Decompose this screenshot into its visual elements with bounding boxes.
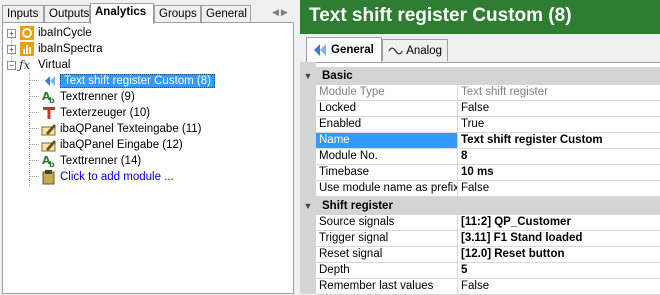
tab-inputs[interactable]: Inputs bbox=[2, 5, 44, 23]
inspectra-icon bbox=[20, 42, 34, 56]
category-basic[interactable]: ▼ Basic bbox=[300, 67, 660, 85]
tree-item-label: ibaInCycle bbox=[38, 27, 92, 39]
property-row-prefix[interactable]: Use module name as prefix False bbox=[316, 181, 660, 197]
property-value[interactable]: Text shift register Custom bbox=[458, 133, 660, 148]
property-value[interactable]: [3.11] F1 Stand loaded bbox=[458, 231, 660, 246]
property-value[interactable]: False bbox=[458, 181, 660, 196]
tab-label: General bbox=[331, 44, 374, 56]
collapse-icon[interactable]: ▼ bbox=[300, 71, 316, 81]
property-row-remember-last[interactable]: Remember last values False bbox=[316, 279, 660, 295]
tree-item-label: ibaInSpectra bbox=[38, 43, 103, 55]
property-name: Module No. bbox=[316, 149, 458, 164]
tab-scroll-arrows[interactable]: ◀▶ bbox=[272, 7, 294, 21]
incycle-icon bbox=[20, 26, 34, 40]
qpanel-input-icon bbox=[41, 140, 56, 152]
module-tab-strip: General Analog bbox=[300, 34, 660, 62]
property-value[interactable]: False bbox=[458, 279, 660, 294]
property-name: Trigger signal bbox=[316, 231, 458, 246]
scroll-left-icon[interactable]: ◀ bbox=[272, 7, 281, 17]
tree-item-label: ibaQPanel Texteingabe (11) bbox=[60, 123, 202, 135]
property-row-timebase[interactable]: Timebase 10 ms bbox=[316, 165, 660, 181]
property-value[interactable]: [12.0] Reset button bbox=[458, 247, 660, 262]
property-row-locked[interactable]: Locked False bbox=[316, 101, 660, 117]
tab-general[interactable]: General bbox=[201, 5, 251, 23]
property-name: Name bbox=[316, 133, 458, 148]
property-name: Locked bbox=[316, 101, 458, 116]
left-tab-strip: Inputs Outputs Analytics Groups General … bbox=[2, 3, 294, 24]
category-shift-register[interactable]: ▼ Shift register bbox=[300, 197, 660, 215]
general-tab-icon bbox=[314, 44, 326, 56]
tab-outputs[interactable]: Outputs bbox=[44, 5, 90, 23]
property-name: Depth bbox=[316, 263, 458, 278]
tab-analytics[interactable]: Analytics bbox=[90, 3, 154, 24]
function-icon: ƒx bbox=[19, 58, 31, 72]
property-name: Use module name as prefix bbox=[316, 181, 458, 196]
property-name: Module Type bbox=[316, 85, 458, 100]
expand-icon[interactable]: + bbox=[7, 28, 16, 38]
property-name: Reset signal bbox=[316, 247, 458, 262]
tree-item-virtual[interactable]: − ƒx Virtual bbox=[7, 57, 70, 73]
property-value: Text shift register bbox=[461, 86, 548, 98]
text-generator-icon bbox=[43, 107, 55, 119]
tab-module-general[interactable]: General bbox=[306, 37, 382, 62]
scroll-right-icon[interactable]: ▶ bbox=[281, 7, 290, 17]
property-grid-gutter bbox=[300, 62, 316, 294]
module-tree-pane: Inputs Outputs Analytics Groups General … bbox=[0, 0, 296, 294]
tab-label: Analog bbox=[406, 44, 442, 57]
svg-text:b: b bbox=[49, 96, 55, 105]
tree-child-texttrenner-9[interactable]: Ab Texttrenner (9) bbox=[41, 89, 135, 105]
tree-item-label: Text shift register Custom (8) bbox=[60, 74, 215, 88]
tree-child-texttrenner-14[interactable]: Ab Texttrenner (14) bbox=[41, 153, 141, 169]
add-module-icon bbox=[42, 170, 55, 185]
category-title: Shift register bbox=[322, 200, 393, 212]
tree-child-qpanel-eingabe[interactable]: ibaQPanel Eingabe (12) bbox=[41, 137, 183, 153]
category-title: Basic bbox=[322, 70, 353, 82]
property-value[interactable]: 8 bbox=[458, 149, 660, 164]
shift-register-icon bbox=[45, 76, 55, 86]
property-row-module-no[interactable]: Module No. 8 bbox=[316, 149, 660, 165]
tree-item-inspectra[interactable]: + ibaInSpectra bbox=[7, 41, 103, 57]
property-value[interactable]: 10 ms bbox=[458, 165, 660, 180]
property-name: Source signals bbox=[316, 215, 458, 230]
add-module-link[interactable]: Click to add module ... bbox=[41, 169, 174, 185]
property-grid[interactable]: ▼ Basic Module Type Text shift register … bbox=[300, 62, 660, 295]
qpanel-text-icon bbox=[41, 124, 56, 136]
property-row-name[interactable]: Name Text shift register Custom bbox=[316, 133, 660, 149]
module-title: Text shift register Custom (8) bbox=[300, 0, 660, 34]
property-value[interactable]: True bbox=[458, 117, 660, 132]
analog-wave-icon bbox=[388, 47, 403, 54]
tree-item-label: Click to add module ... bbox=[60, 171, 174, 183]
property-value[interactable]: 5 bbox=[458, 263, 660, 278]
property-row-trigger-signal[interactable]: Trigger signal [3.11] F1 Stand loaded bbox=[316, 231, 660, 247]
tree-item-label: Texttrenner (9) bbox=[60, 91, 135, 103]
property-row-module-type[interactable]: Module Type Text shift register bbox=[316, 85, 660, 101]
tree-child-texterzeuger[interactable]: Texterzeuger (10) bbox=[41, 105, 150, 121]
tree-item-label: Texterzeuger (10) bbox=[60, 107, 151, 119]
text-splitter-icon: Ab bbox=[42, 90, 55, 105]
property-name: Remember last values bbox=[316, 279, 458, 294]
property-row-source-signals[interactable]: Source signals [11:2] QP_Customer bbox=[316, 215, 660, 231]
property-value[interactable]: False bbox=[458, 101, 660, 116]
tree-item-incycle[interactable]: + ibaInCycle bbox=[7, 25, 92, 41]
tree-child-shift-register[interactable]: Text shift register Custom (8) bbox=[41, 73, 215, 89]
collapse-icon[interactable]: ▼ bbox=[300, 201, 316, 211]
property-row-enabled[interactable]: Enabled True bbox=[316, 117, 660, 133]
tree-item-label: Texttrenner (14) bbox=[60, 155, 142, 167]
tree-item-label: ibaQPanel Eingabe (12) bbox=[60, 139, 183, 151]
tab-module-analog[interactable]: Analog bbox=[382, 39, 448, 61]
tree-child-qpanel-texteingabe[interactable]: ibaQPanel Texteingabe (11) bbox=[41, 121, 202, 137]
property-name: Timebase bbox=[316, 165, 458, 180]
property-row-reset-signal[interactable]: Reset signal [12.0] Reset button bbox=[316, 247, 660, 263]
property-name: Enabled bbox=[316, 117, 458, 132]
collapse-icon[interactable]: − bbox=[7, 60, 16, 70]
text-splitter-icon: Ab bbox=[42, 154, 55, 169]
tree-item-label: Virtual bbox=[38, 59, 71, 71]
svg-text:b: b bbox=[49, 160, 55, 169]
property-value[interactable]: [11:2] QP_Customer bbox=[458, 215, 660, 230]
expand-icon[interactable]: + bbox=[7, 44, 16, 54]
property-row-depth[interactable]: Depth 5 bbox=[316, 263, 660, 279]
module-tree[interactable]: + ibaInCycle + ibaInSpectra − ƒx Virtual… bbox=[2, 22, 294, 294]
tab-groups[interactable]: Groups bbox=[154, 5, 201, 23]
